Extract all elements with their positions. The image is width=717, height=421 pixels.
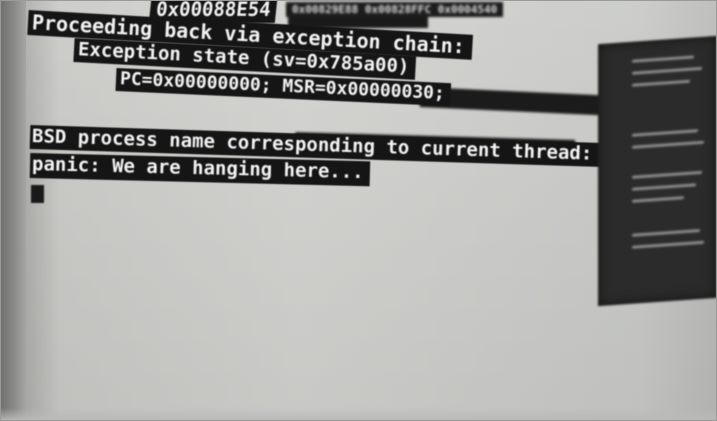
photo-frame: 0x00088E54 0x00829E88 0x00828FFC 0x00045… xyxy=(0,0,717,421)
monitor-bezel xyxy=(0,0,26,421)
address-line-tail: 0x00829E88 0x00828FFC 0x0004540 xyxy=(286,2,504,17)
terminal-cursor xyxy=(31,185,44,203)
restart-message-panel xyxy=(598,35,717,307)
photo-bottom-edge xyxy=(0,408,717,421)
